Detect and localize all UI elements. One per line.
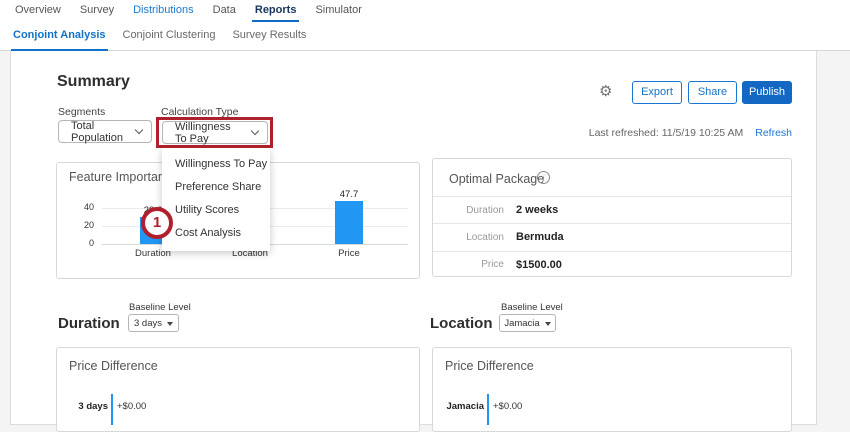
row-value: $1500.00 xyxy=(516,259,562,271)
chevron-down-icon xyxy=(135,126,143,134)
optimal-package-row: Duration 2 weeks xyxy=(433,196,791,223)
segments-value: Total Population xyxy=(71,120,128,144)
calculation-type-select[interactable]: Willingness To Pay xyxy=(162,121,268,144)
location-baseline-value: Jamacia xyxy=(504,318,539,329)
duration-baseline-select[interactable]: 3 days xyxy=(128,314,179,332)
top-nav: Overview Survey Distributions Data Repor… xyxy=(12,0,365,22)
duration-baseline-label: Baseline Level xyxy=(129,302,191,313)
ytick-0: 0 xyxy=(76,238,94,248)
info-icon[interactable]: i xyxy=(537,171,550,184)
optimal-package-row: Location Bermuda xyxy=(433,223,791,250)
location-baseline-select[interactable]: Jamacia xyxy=(499,314,556,332)
optimal-package-header: Optimal Package i xyxy=(433,159,791,196)
ytick-20: 20 xyxy=(76,220,94,230)
chevron-down-icon xyxy=(251,127,259,135)
duration-row-label: 3 days xyxy=(58,401,108,412)
reports-sub-nav: Conjoint Analysis Conjoint Clustering Su… xyxy=(11,23,308,51)
category-price: Price xyxy=(319,248,379,259)
tab-conjoint-analysis[interactable]: Conjoint Analysis xyxy=(11,23,108,51)
duration-baseline-value: 3 days xyxy=(134,318,162,329)
tab-survey-results[interactable]: Survey Results xyxy=(230,23,308,51)
duration-heading: Duration xyxy=(58,315,120,332)
gear-icon[interactable]: ⚙ xyxy=(599,84,612,100)
row-label: Duration xyxy=(433,205,516,216)
optimal-package-title: Optimal Package xyxy=(449,172,544,186)
menu-item-preference-share[interactable]: Preference Share xyxy=(162,176,270,199)
tab-conjoint-clustering[interactable]: Conjoint Clustering xyxy=(121,23,218,51)
location-heading: Location xyxy=(430,315,493,332)
page-title: Summary xyxy=(57,73,130,91)
refresh-row: Last refreshed: 11/5/19 10:25 AM Refresh xyxy=(432,127,792,139)
nav-simulator[interactable]: Simulator xyxy=(312,0,364,22)
row-label: Location xyxy=(433,232,516,243)
navigation-bar: Overview Survey Distributions Data Repor… xyxy=(0,0,850,51)
nav-survey[interactable]: Survey xyxy=(77,0,117,22)
export-button[interactable]: Export xyxy=(632,81,682,104)
duration-row-value: +$0.00 xyxy=(117,401,146,412)
nav-overview[interactable]: Overview xyxy=(12,0,64,22)
last-refreshed-text: Last refreshed: 11/5/19 10:25 AM xyxy=(589,127,744,139)
calculation-type-value: Willingness To Pay xyxy=(175,121,244,145)
duration-price-difference-title: Price Difference xyxy=(69,359,158,373)
location-price-difference-title: Price Difference xyxy=(445,359,534,373)
nav-data[interactable]: Data xyxy=(210,0,239,22)
row-value: 2 weeks xyxy=(516,204,558,216)
segments-select[interactable]: Total Population xyxy=(58,120,152,143)
refresh-link[interactable]: Refresh xyxy=(755,127,792,139)
caret-down-icon xyxy=(167,322,173,326)
publish-button[interactable]: Publish xyxy=(742,81,792,104)
calculation-type-menu: Willingness To Pay Preference Share Util… xyxy=(162,148,270,251)
optimal-package-card: Optimal Package i Duration 2 weeks Locat… xyxy=(432,158,792,277)
location-row-label: Jamacia xyxy=(434,401,484,412)
ytick-40: 40 xyxy=(76,202,94,212)
optimal-package-row: Price $1500.00 xyxy=(433,251,791,278)
share-button[interactable]: Share xyxy=(688,81,737,104)
bar-price xyxy=(335,201,363,244)
caret-down-icon xyxy=(545,322,551,326)
annotation-step-badge: 1 xyxy=(141,207,173,239)
segments-label: Segments xyxy=(58,106,105,118)
row-value: Bermuda xyxy=(516,231,564,243)
location-row-value: +$0.00 xyxy=(493,401,522,412)
nav-reports[interactable]: Reports xyxy=(252,0,300,22)
location-baseline-label: Baseline Level xyxy=(501,302,563,313)
menu-item-utility-scores[interactable]: Utility Scores xyxy=(162,199,270,222)
calculation-type-label: Calculation Type xyxy=(161,106,238,118)
row-label: Price xyxy=(433,259,516,270)
menu-item-willingness-to-pay[interactable]: Willingness To Pay xyxy=(162,153,270,176)
bar-value-price: 47.7 xyxy=(329,189,369,200)
location-axis-line xyxy=(487,394,489,425)
nav-distributions[interactable]: Distributions xyxy=(130,0,197,22)
menu-item-cost-analysis[interactable]: Cost Analysis xyxy=(162,222,270,245)
duration-axis-line xyxy=(111,394,113,425)
